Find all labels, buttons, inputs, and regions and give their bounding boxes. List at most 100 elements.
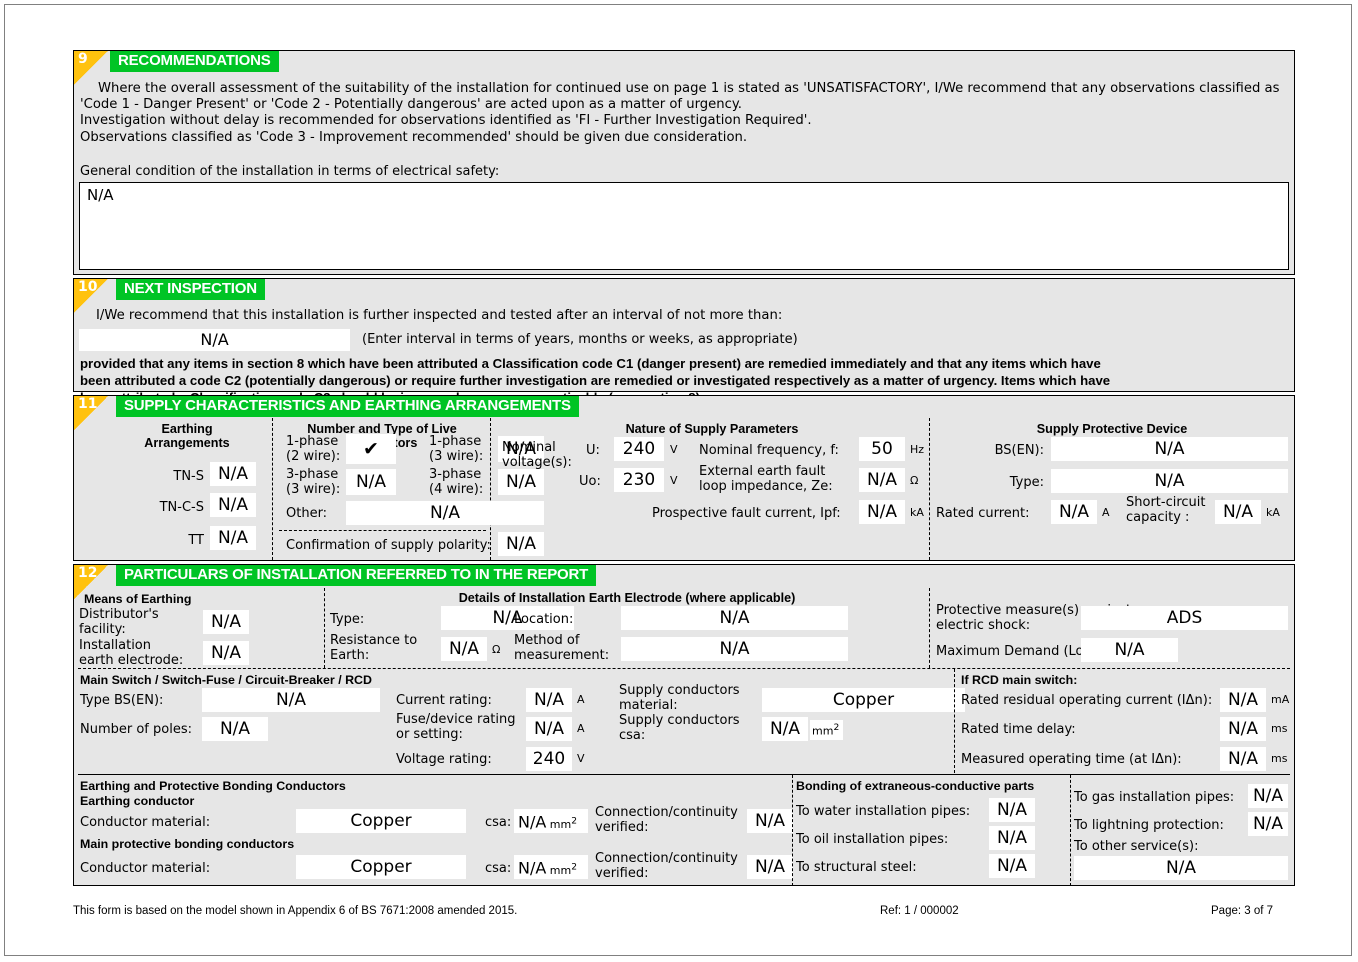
bonding-other-label: To other service(s): <box>1074 839 1198 854</box>
electrode-location-value[interactable]: N/A <box>621 606 848 630</box>
resistance-label-a: Resistance to <box>330 633 417 648</box>
one-phase-2wire-label: 1-phase (2 wire): <box>286 434 340 464</box>
ze-unit: Ω <box>907 474 918 487</box>
u-unit: V <box>667 443 678 456</box>
bonding-water-value[interactable]: N/A <box>989 798 1035 822</box>
earthing-verified-label-b: verified: <box>595 820 738 835</box>
recommendations-line-2: 'Code 1 - Danger Present' or 'Code 2 - P… <box>80 97 1288 113</box>
bsen-label: BS(EN): <box>936 443 1044 458</box>
device-type-value[interactable]: N/A <box>1051 469 1288 493</box>
nominal-frequency-value[interactable]: 50 <box>859 437 905 461</box>
main-bonding-csa-value[interactable]: N/A mm2 <box>514 855 588 879</box>
type-bsen-value[interactable]: N/A <box>202 688 380 712</box>
footer-reference: Ref: 1 / 000002 <box>880 905 959 917</box>
resistance-to-earth-value[interactable]: N/A <box>441 637 487 661</box>
supply-conductors-csa-label: Supply conductors csa: <box>619 713 740 743</box>
earth-electrode-heading: Details of Installation Earth Electrode … <box>329 591 925 605</box>
ipf-unit: kA <box>907 506 924 519</box>
earthing-connection-verified-value[interactable]: N/A <box>747 809 793 833</box>
earthing-arrangements-heading: Earthing Arrangements <box>112 422 262 450</box>
measured-operating-time-value[interactable]: N/A <box>1220 747 1266 771</box>
footer: This form is based on the model shown in… <box>73 905 1295 923</box>
main-verified-label-a: Connection/continuity <box>595 851 738 866</box>
protective-device-heading: Supply Protective Device <box>936 422 1288 436</box>
main-bonding-material-value[interactable]: Copper <box>296 855 466 879</box>
bonding-other-value[interactable]: N/A <box>1074 856 1288 880</box>
three-phase-4wire-value[interactable]: N/A <box>498 469 544 495</box>
general-condition-input[interactable]: N/A <box>79 182 1289 270</box>
supply-conductors-csa-unit: mm2 <box>810 720 843 740</box>
supply-material-label-a: Supply conductors <box>619 683 740 698</box>
time-delay-unit: ms <box>1268 722 1287 735</box>
ipf-value[interactable]: N/A <box>859 500 905 524</box>
supply-conductors-material-value[interactable]: Copper <box>762 688 965 712</box>
tn-c-s-value[interactable]: N/A <box>210 493 256 517</box>
fuse-rating-label-b: or setting: <box>396 727 516 742</box>
rated-current-value[interactable]: N/A <box>1051 500 1097 524</box>
u-value[interactable]: 240 <box>614 437 664 461</box>
other-conductors-label: Other: <box>286 506 327 521</box>
earthing-conductor-material-value[interactable]: Copper <box>296 809 466 833</box>
short-circuit-value[interactable]: N/A <box>1215 500 1261 524</box>
three-phase-3wire-value[interactable]: N/A <box>346 469 396 495</box>
bonding-gas-value[interactable]: N/A <box>1248 784 1288 808</box>
distributor-facility-value[interactable]: N/A <box>203 610 249 634</box>
bonding-steel-value[interactable]: N/A <box>989 854 1035 878</box>
next-inspection-intro: I/We recommend that this installation is… <box>96 308 782 324</box>
uo-label: Uo: <box>579 474 601 489</box>
section-11-header: 11 SUPPLY CHARACTERISTICS AND EARTHING A… <box>74 396 1294 417</box>
protective-measure-value[interactable]: ADS <box>1081 606 1288 630</box>
earthing-conductor-csa-value[interactable]: N/A mm2 <box>514 809 588 833</box>
rcd-main-switch-heading: If RCD main switch: <box>961 673 1077 687</box>
divider-row-3-top <box>78 774 1290 775</box>
current-rating-value[interactable]: N/A <box>526 688 572 712</box>
section-9-number: 9 <box>74 51 108 85</box>
fuse-rating-value[interactable]: N/A <box>526 717 572 741</box>
residual-current-value[interactable]: N/A <box>1220 688 1266 712</box>
time-delay-value[interactable]: N/A <box>1220 717 1266 741</box>
nominal-voltage-label: Nominal voltage(s): <box>502 440 572 470</box>
polarity-label: Confirmation of supply polarity: <box>286 538 491 553</box>
method-label-b: measurement: <box>514 648 609 663</box>
earthing-conductor-csa-label: csa: <box>485 815 511 830</box>
recommendations-line-4: Observations classified as 'Code 3 - Imp… <box>80 130 1288 146</box>
max-demand-value[interactable]: N/A <box>1081 638 1178 662</box>
short-circuit-label-a: Short-circuit <box>1126 495 1206 510</box>
u-label: U: <box>586 443 600 458</box>
main-bonding-heading: Main protective bonding conductors <box>80 837 294 851</box>
electrode-type-label: Type: <box>330 612 364 627</box>
bonding-oil-value[interactable]: N/A <box>989 826 1035 850</box>
divider-main-switch-rcd <box>954 669 955 773</box>
other-conductors-value[interactable]: N/A <box>346 501 544 525</box>
bonding-lightning-value[interactable]: N/A <box>1248 812 1288 836</box>
ze-value[interactable]: N/A <box>859 468 905 492</box>
bsen-value[interactable]: N/A <box>1051 437 1288 461</box>
tt-value[interactable]: N/A <box>210 526 256 550</box>
three-phase-4wire-label-a: 3-phase <box>429 467 483 482</box>
method-of-measurement-value[interactable]: N/A <box>621 637 848 661</box>
one-phase-2wire-checkbox[interactable]: ✔ <box>346 434 396 464</box>
measured-operating-time-unit: ms <box>1268 752 1287 765</box>
number-of-poles-value[interactable]: N/A <box>202 717 268 741</box>
earthing-csa-number: N/A <box>518 813 546 832</box>
fuse-rating-label-a: Fuse/device rating <box>396 712 516 727</box>
earthing-heading-line-2: Arrangements <box>112 436 262 450</box>
interval-input[interactable]: N/A <box>79 329 350 351</box>
recommendations-line-1: Where the overall assessment of the suit… <box>80 81 1288 97</box>
tn-s-value[interactable]: N/A <box>210 462 256 486</box>
form-sheet: 9 RECOMMENDATIONS Where the overall asse… <box>73 50 1295 930</box>
voltage-rating-value[interactable]: 240 <box>526 747 572 771</box>
installation-electrode-value[interactable]: N/A <box>203 641 249 665</box>
main-connection-verified-value[interactable]: N/A <box>747 855 793 879</box>
divider-params-device <box>929 418 930 560</box>
polarity-value[interactable]: N/A <box>498 532 544 556</box>
uo-value[interactable]: 230 <box>614 468 664 492</box>
one-phase-3wire-label-a: 1-phase <box>429 434 483 449</box>
earthing-connection-verified-label: Connection/continuity verified: <box>595 805 738 835</box>
resistance-to-earth-unit: Ω <box>489 643 500 656</box>
earthing-heading-line-1: Earthing <box>112 422 262 436</box>
one-phase-2wire-label-a: 1-phase <box>286 434 340 449</box>
supply-conductors-csa-value[interactable]: N/A <box>762 717 808 741</box>
rated-current-unit: A <box>1099 506 1110 519</box>
general-condition-value: N/A <box>87 186 114 204</box>
